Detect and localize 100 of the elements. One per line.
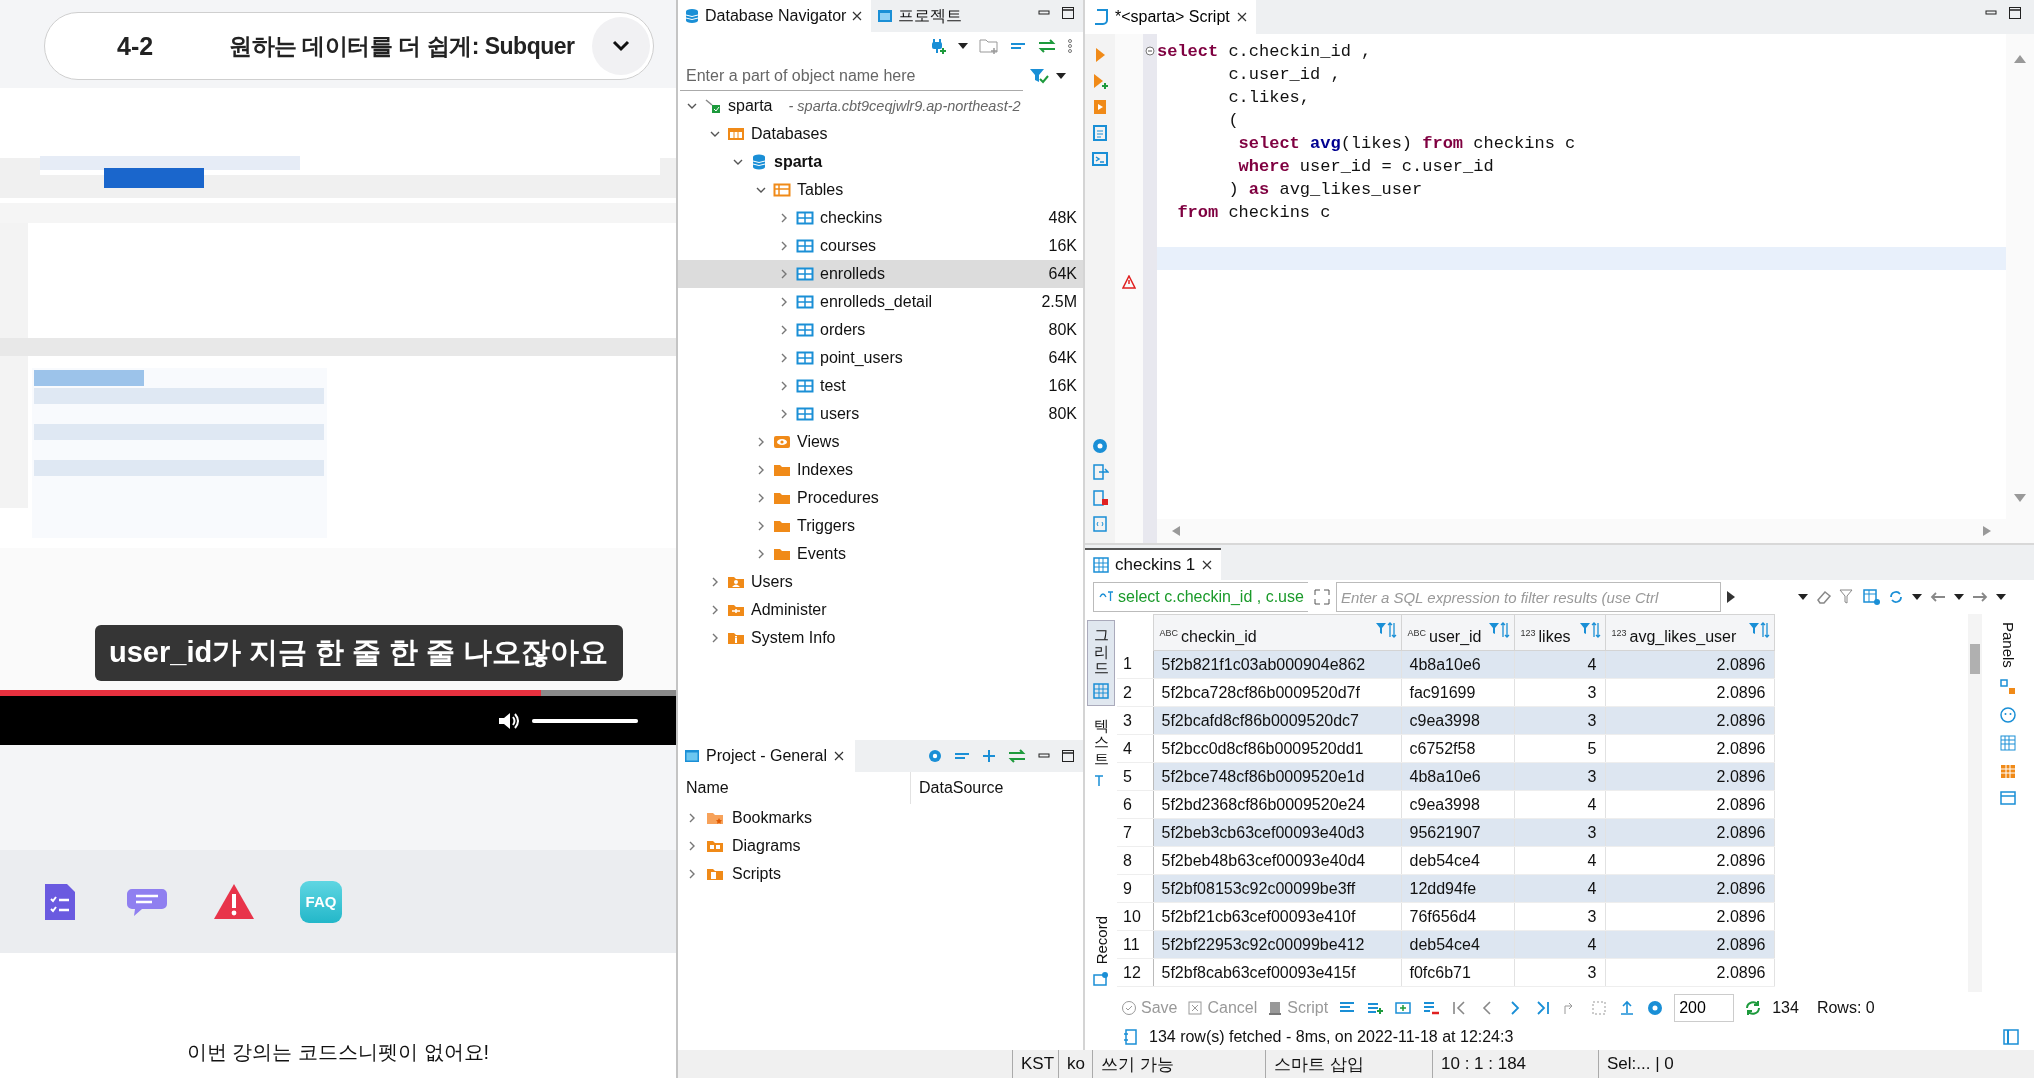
eraser-icon[interactable] xyxy=(1815,588,1833,606)
maximize-icon[interactable] xyxy=(1061,6,1075,20)
editor-tab[interactable]: *<sparta> Script xyxy=(1085,0,1256,34)
tree-item[interactable]: enrolleds_detail 2.5M xyxy=(678,288,1083,316)
run-add-icon[interactable] xyxy=(1091,72,1109,90)
filter-sort-icon[interactable] xyxy=(1747,621,1770,639)
tree-item[interactable]: Bookmarks xyxy=(678,804,1083,832)
tree-item[interactable]: Databases xyxy=(678,120,1083,148)
tree-item[interactable]: Users xyxy=(678,568,1083,596)
panel-icon[interactable] xyxy=(1999,677,2017,696)
results-tab[interactable]: checkins 1 xyxy=(1085,548,1222,580)
variables-icon[interactable] xyxy=(1091,515,1109,533)
panels-tab[interactable]: Panels xyxy=(1999,622,2017,668)
tree-item[interactable]: sparta xyxy=(678,148,1083,176)
dropdown-icon[interactable] xyxy=(1995,592,2007,602)
tree-item[interactable]: Triggers xyxy=(678,512,1083,540)
expand-icon[interactable] xyxy=(1312,588,1331,606)
tree-item[interactable]: courses 16K xyxy=(678,232,1083,260)
filter-query[interactable]: select c.checkin_id , c.use xyxy=(1093,582,1308,612)
settings-icon[interactable] xyxy=(1091,437,1109,455)
panel-tab[interactable]: 프로젝트 xyxy=(871,0,971,32)
folder-add-icon[interactable] xyxy=(979,37,999,55)
filter-sort-icon[interactable] xyxy=(1374,621,1397,639)
column-header[interactable]: Name xyxy=(678,779,729,797)
scrollbar[interactable] xyxy=(1968,614,1982,992)
view-tab[interactable]: 텍스트 xyxy=(1087,711,1115,795)
checker-icon[interactable] xyxy=(1999,733,2017,752)
tree-item[interactable]: Indexes xyxy=(678,456,1083,484)
lecture-title: 원하는 데이터를 더 쉽게: Subquer xyxy=(229,31,575,61)
view-tab[interactable]: 그리드 xyxy=(1087,620,1115,706)
scroll-up-icon[interactable] xyxy=(2013,54,2027,64)
fold-icon[interactable] xyxy=(1145,46,1155,56)
layout-icon[interactable] xyxy=(1999,789,2017,808)
close-icon[interactable] xyxy=(851,10,864,22)
tree-item[interactable]: orders 80K xyxy=(678,316,1083,344)
fetch-size-field[interactable]: 200 xyxy=(1674,994,1735,1022)
tree-item[interactable]: Scripts xyxy=(678,860,1083,888)
dropdown-icon[interactable] xyxy=(957,41,969,51)
refresh-icon[interactable] xyxy=(1744,999,1763,1017)
tree-item[interactable]: Views xyxy=(678,428,1083,456)
filter-sort-icon[interactable] xyxy=(1578,621,1601,639)
plug-add-icon[interactable] xyxy=(929,37,947,55)
scroll-left-icon[interactable] xyxy=(1171,525,1181,537)
maximize-icon[interactable] xyxy=(2008,6,2022,20)
dropdown-icon[interactable] xyxy=(1911,592,1923,602)
panel-toggle-icon[interactable] xyxy=(2002,1028,2020,1046)
dropdown-icon[interactable] xyxy=(1953,592,1965,602)
refresh-icon[interactable] xyxy=(1887,588,1905,606)
smiley-icon[interactable] xyxy=(1999,705,2017,724)
tree-item[interactable]: Diagrams xyxy=(678,832,1083,860)
column-header[interactable]: DataSource xyxy=(911,779,1004,797)
table-cell: c9ea3998 xyxy=(1401,706,1514,735)
row-number: 8 xyxy=(1117,846,1153,875)
console-icon[interactable] xyxy=(1091,150,1109,168)
tree-item[interactable]: checkins 48K xyxy=(678,204,1083,232)
row-number: 12 xyxy=(1117,958,1153,987)
tree-label: orders xyxy=(820,321,866,339)
table-settings-icon[interactable] xyxy=(1863,588,1881,606)
scroll-down-icon[interactable] xyxy=(2013,493,2027,503)
run-script-icon[interactable] xyxy=(1091,98,1109,116)
expand-button[interactable] xyxy=(592,17,650,75)
tree-item[interactable]: Procedures xyxy=(678,484,1083,512)
settings-icon[interactable] xyxy=(1646,999,1665,1017)
panel-tab[interactable]: Database Navigator xyxy=(678,0,872,32)
close-icon[interactable] xyxy=(832,750,845,762)
maximize-icon[interactable] xyxy=(1061,749,1075,763)
delete-row-icon[interactable] xyxy=(1422,999,1441,1017)
play-icon[interactable] xyxy=(1725,590,1736,604)
close-icon[interactable] xyxy=(1235,11,1248,23)
link-arrows-icon[interactable] xyxy=(1007,748,1027,764)
tree-item[interactable]: System Info xyxy=(678,624,1083,652)
expand-plus-icon[interactable] xyxy=(981,748,997,764)
explain-icon[interactable] xyxy=(1091,124,1109,142)
tree-item[interactable]: Administer xyxy=(678,596,1083,624)
close-icon[interactable] xyxy=(1201,559,1214,571)
tree-item[interactable]: point_users 64K xyxy=(678,344,1083,372)
tree-item[interactable]: enrolleds 64K xyxy=(678,260,1083,288)
scroll-right-icon[interactable] xyxy=(1982,525,1992,537)
filter-field[interactable]: Enter a SQL expression to filter results (use Ctrl xyxy=(1335,582,1721,612)
dropdown-icon[interactable] xyxy=(1797,592,1809,602)
table-cell: 3 xyxy=(1514,678,1605,707)
filter-icon[interactable] xyxy=(1029,67,1049,85)
tree-label: Events xyxy=(797,545,846,563)
file-error-icon[interactable] xyxy=(1091,489,1109,507)
table-size: 16K xyxy=(1048,237,1077,255)
link-arrows-icon[interactable] xyxy=(1037,38,1057,54)
filter-sort-icon[interactable] xyxy=(1487,621,1510,639)
dropdown-icon[interactable] xyxy=(1055,71,1067,81)
tree-item[interactable]: Events xyxy=(678,540,1083,568)
view-tab[interactable]: Record xyxy=(1087,909,1115,992)
settings-icon[interactable] xyxy=(927,748,943,764)
tree-item[interactable]: Tables xyxy=(678,176,1083,204)
copy-row-icon[interactable] xyxy=(1394,999,1413,1017)
more-icon[interactable] xyxy=(1067,38,1073,54)
panel-tab[interactable]: Project - General xyxy=(678,740,855,772)
tree-item[interactable]: test 16K xyxy=(678,372,1083,400)
volume-slider[interactable] xyxy=(532,718,638,723)
tree-item[interactable]: sparta - sparta.cbt9ceqjwlr9.ap-northeast-2 xyxy=(678,92,1083,120)
tree-item[interactable]: users 80K xyxy=(678,400,1083,428)
export-icon[interactable] xyxy=(1091,463,1109,481)
